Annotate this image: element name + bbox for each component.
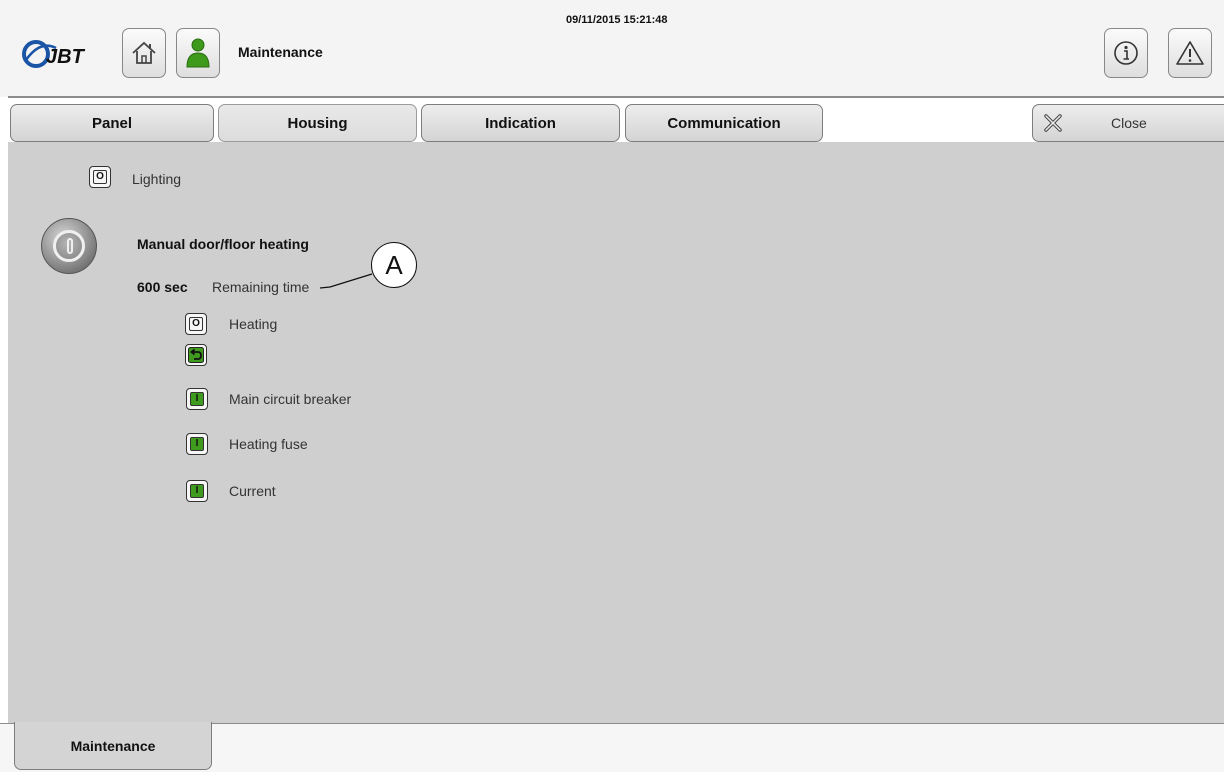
user-icon xyxy=(186,38,210,68)
header-divider xyxy=(8,96,1224,98)
datetime-display: 09/11/2015 15:21:48 xyxy=(566,14,668,26)
reset-icon xyxy=(188,347,204,363)
callout-marker: A xyxy=(371,242,417,288)
heating-fuse-indicator: I xyxy=(186,433,208,455)
remaining-time-label: Remaining time xyxy=(212,279,310,295)
current-indicator: I xyxy=(186,480,208,502)
info-icon xyxy=(1114,41,1138,65)
warning-button[interactable] xyxy=(1168,28,1212,78)
close-button[interactable]: Close xyxy=(1032,104,1224,142)
reset-button[interactable] xyxy=(185,344,207,366)
heating-fuse-label: Heating fuse xyxy=(229,436,308,452)
lighting-label: Lighting xyxy=(132,171,182,187)
heating-indicator[interactable]: O xyxy=(185,313,207,335)
user-button[interactable] xyxy=(176,28,220,78)
heating-fuse-state: I xyxy=(190,437,204,451)
main-circuit-breaker-indicator: I xyxy=(186,388,208,410)
heating-state: O xyxy=(189,317,203,331)
page-title: Maintenance xyxy=(238,44,323,60)
close-icon xyxy=(1044,114,1062,132)
close-label: Close xyxy=(1111,115,1147,131)
heating-label: Heating xyxy=(229,316,278,332)
warning-icon xyxy=(1176,41,1204,65)
info-button[interactable] xyxy=(1104,28,1148,78)
footer-tab-maintenance[interactable]: Maintenance xyxy=(14,722,212,770)
tab-housing[interactable]: Housing xyxy=(218,104,417,142)
power-knob-icon xyxy=(53,230,85,262)
jbt-logo: JBT xyxy=(22,40,86,68)
home-button[interactable] xyxy=(122,28,166,78)
heating-section-title: Manual door/floor heating xyxy=(137,236,309,252)
lighting-state: O xyxy=(93,170,107,184)
home-icon xyxy=(132,41,156,64)
header-bar: JBT Maintenance 09/11/2015 15:21:48 xyxy=(0,0,1224,97)
tab-indication[interactable]: Indication xyxy=(421,104,620,142)
lighting-indicator[interactable]: O xyxy=(89,166,111,188)
remaining-time-value: 600 sec xyxy=(137,279,188,295)
main-circuit-breaker-label: Main circuit breaker xyxy=(229,391,352,407)
tab-panel[interactable]: Panel xyxy=(10,104,214,142)
heating-knob-button[interactable] xyxy=(41,218,97,274)
current-label: Current xyxy=(229,483,276,499)
current-state: I xyxy=(190,484,204,498)
logo-text: JBT xyxy=(46,46,86,68)
main-circuit-breaker-state: I xyxy=(190,392,204,406)
tab-communication[interactable]: Communication xyxy=(625,104,823,142)
